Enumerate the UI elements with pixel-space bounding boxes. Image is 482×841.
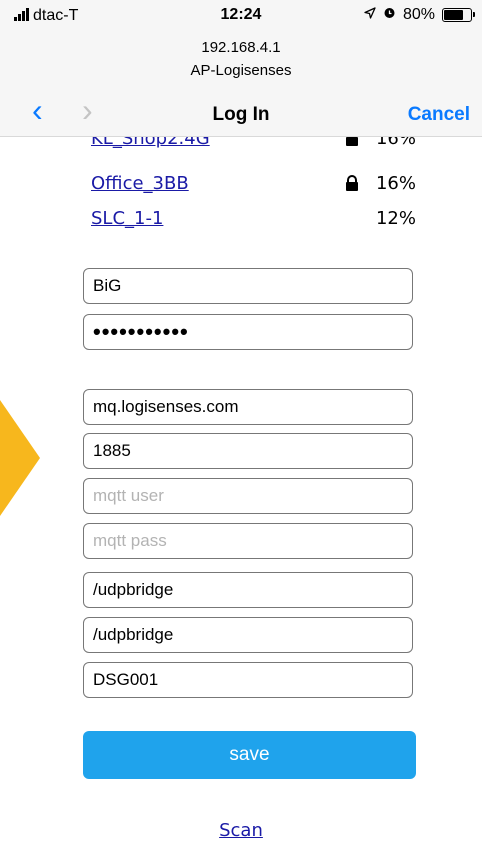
topic-input[interactable] xyxy=(83,572,413,608)
lock-icon xyxy=(345,175,359,197)
location-arrow-icon xyxy=(364,6,376,24)
mqtt-server-input[interactable] xyxy=(83,389,413,425)
status-bar: dtac-T 12:24 80% xyxy=(0,0,482,30)
alarm-icon xyxy=(383,6,396,24)
status-icons: 80% xyxy=(364,6,475,24)
wifi-password-input[interactable] xyxy=(83,314,413,350)
wifi-signal-percent: 16% xyxy=(375,173,416,194)
mqtt-port-input[interactable] xyxy=(83,433,413,469)
device-id-input[interactable] xyxy=(83,662,413,698)
wifi-ssid-link[interactable]: Office_3BB xyxy=(91,173,189,194)
wifi-network-row[interactable]: SLC_1-1 12% xyxy=(91,208,416,238)
cancel-button[interactable]: Cancel xyxy=(408,104,470,126)
topic-input-2[interactable] xyxy=(83,617,413,653)
wifi-ssid-input[interactable] xyxy=(83,268,413,304)
save-button[interactable]: save xyxy=(83,731,416,779)
mqtt-user-input[interactable] xyxy=(83,478,413,514)
battery-icon xyxy=(442,8,475,22)
scan-link[interactable]: Scan xyxy=(0,820,482,841)
page-url: 192.168.4.1 xyxy=(201,39,281,56)
wifi-signal-percent: 12% xyxy=(375,208,416,229)
battery-percent: 80% xyxy=(402,6,435,23)
header: dtac-T 12:24 80% 192.168.4.1 AP-Logisens… xyxy=(0,0,482,137)
accent-arrow-shape xyxy=(0,400,40,516)
wifi-network-row[interactable]: Office_3BB 16% xyxy=(91,173,416,203)
mqtt-pass-input[interactable] xyxy=(83,523,413,559)
site-name: AP-Logisenses xyxy=(190,62,292,79)
wifi-ssid-link[interactable]: SLC_1-1 xyxy=(91,208,163,229)
